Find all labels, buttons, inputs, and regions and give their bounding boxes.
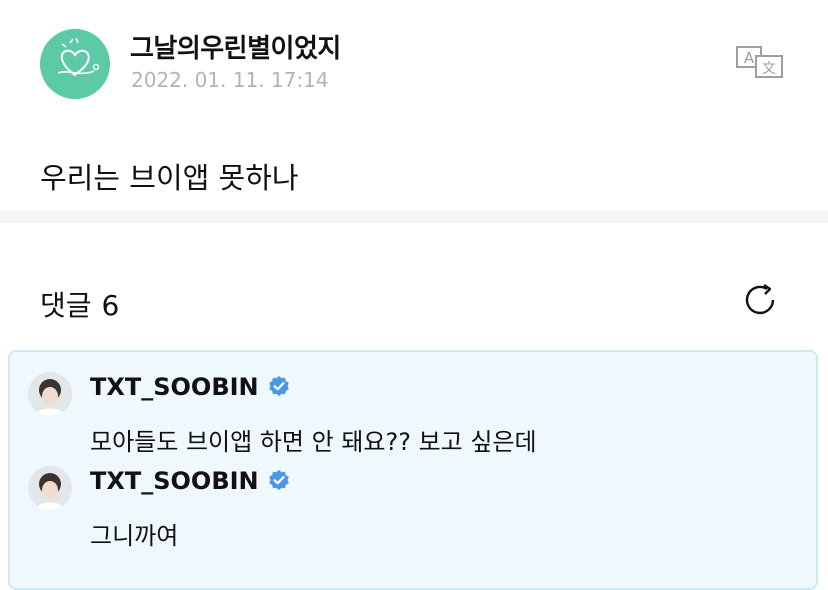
comment-thread: TXT_SOOBIN 모아들도 브이앱 하면 안 돼요?? 보고 싶은데 TXT… — [8, 350, 818, 590]
refresh-button[interactable] — [740, 280, 780, 320]
verified-badge-icon — [268, 470, 289, 490]
commenter-avatar[interactable] — [28, 466, 72, 510]
comment-text: 모아들도 브이앱 하면 안 돼요?? 보고 싶은데 — [90, 428, 537, 456]
verified-badge-icon — [268, 376, 289, 396]
post-timestamp: 2022. 01. 11. 17:14 — [131, 68, 329, 92]
commenter-name[interactable]: TXT_SOOBIN — [90, 373, 291, 401]
svg-text:A: A — [744, 49, 755, 67]
post-author-name[interactable]: 그날의우린별이었지 — [130, 28, 341, 65]
commenter-avatar[interactable] — [28, 372, 72, 416]
comments-count: 6 — [101, 289, 120, 322]
comment-text: 그니까여 — [90, 522, 179, 550]
commenter-name[interactable]: TXT_SOOBIN — [90, 467, 291, 495]
post-body: 우리는 브이앱 못하나 — [40, 161, 299, 195]
avatar-photo-icon — [28, 372, 72, 416]
comments-title: 댓글 — [40, 289, 92, 322]
comments-header: 댓글 6 — [40, 284, 119, 324]
author-avatar[interactable] — [40, 29, 110, 99]
post-header: 그날의우린별이었지 2022. 01. 11. 17:14 A 文 — [0, 0, 828, 120]
svg-text:文: 文 — [762, 61, 776, 77]
refresh-icon — [745, 284, 775, 315]
commenter-name-text[interactable]: TXT_SOOBIN — [90, 373, 259, 401]
translate-icon: A 文 — [736, 46, 783, 78]
avatar-doodle-icon — [57, 37, 100, 77]
translate-button[interactable]: A 文 — [734, 44, 786, 80]
section-divider — [0, 211, 828, 223]
avatar-photo-icon — [28, 466, 72, 510]
commenter-name-text[interactable]: TXT_SOOBIN — [90, 467, 259, 495]
